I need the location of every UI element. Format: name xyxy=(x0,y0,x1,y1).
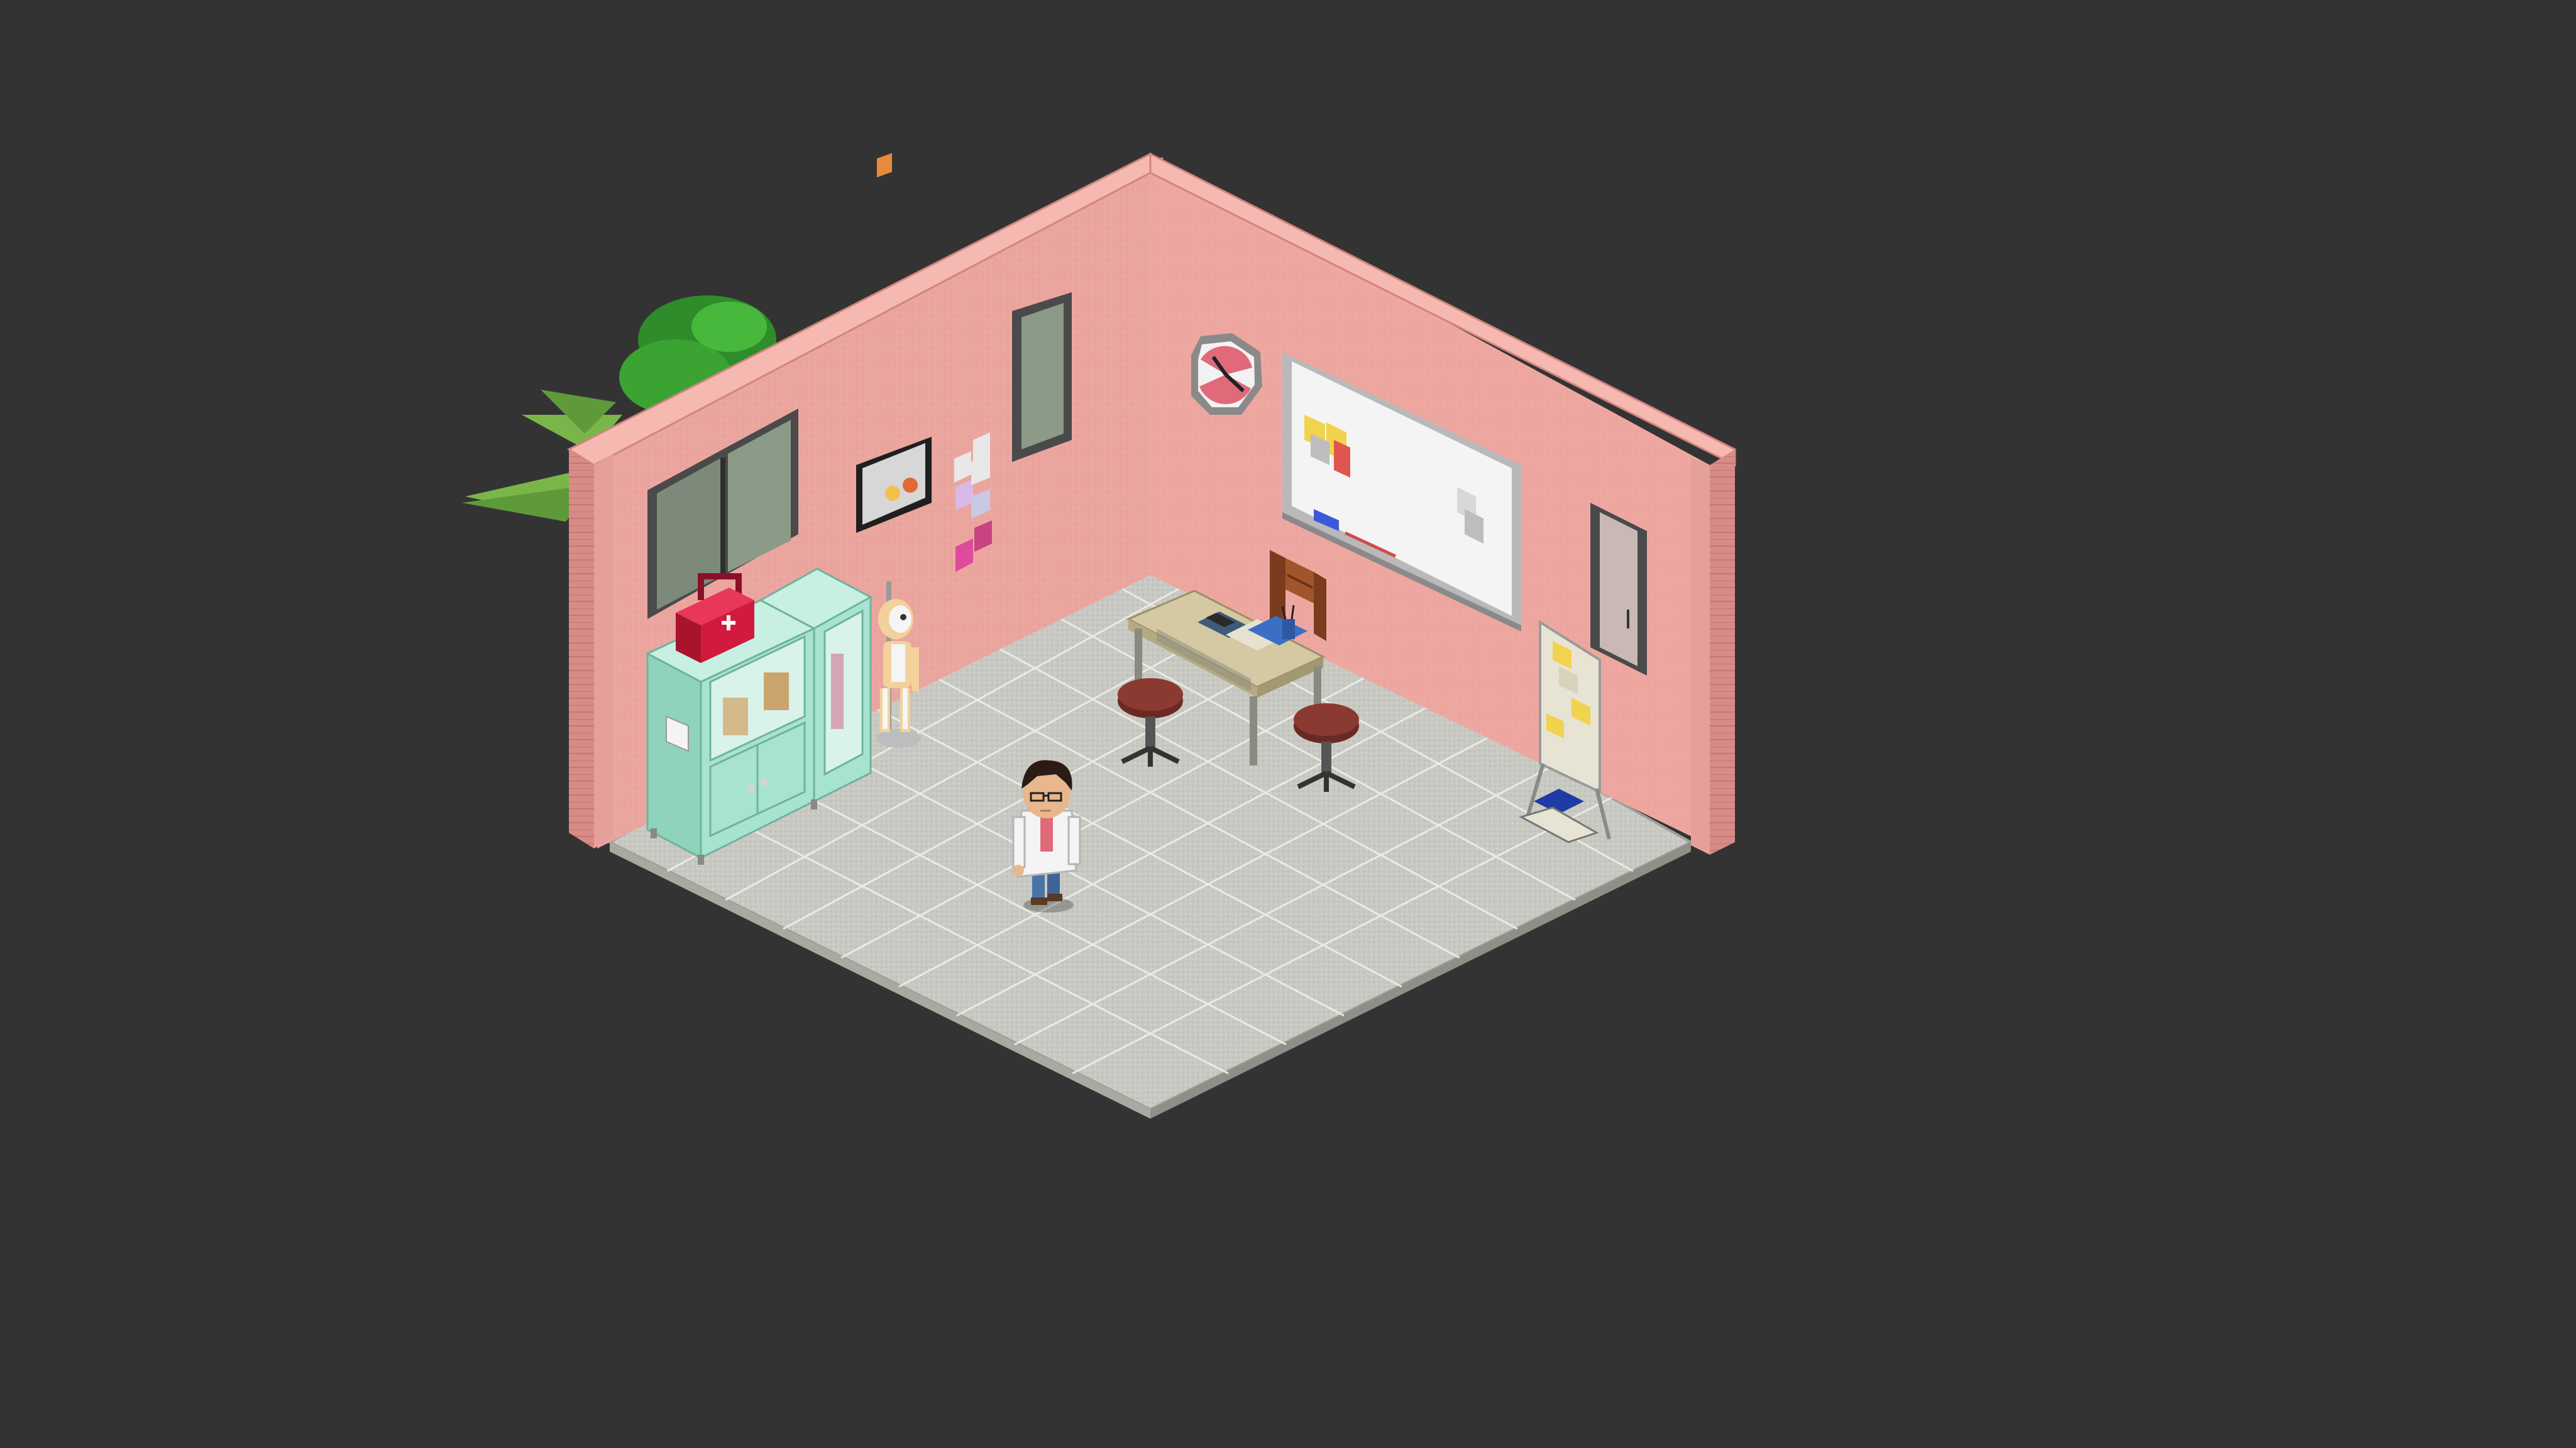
small-window[interactable] xyxy=(1012,292,1072,462)
game-scene xyxy=(0,0,2576,1448)
window-icon xyxy=(1590,503,1647,676)
window-icon xyxy=(1012,292,1072,462)
wall-window-right[interactable] xyxy=(1590,503,1647,676)
